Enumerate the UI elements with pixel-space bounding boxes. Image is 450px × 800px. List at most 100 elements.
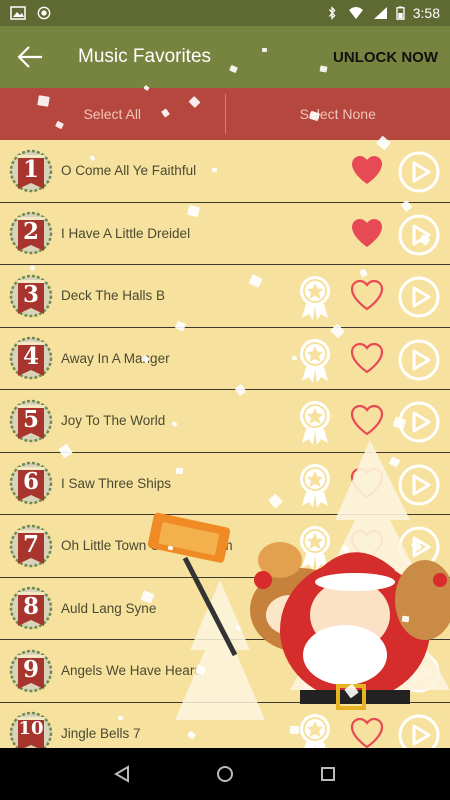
nav-recents-button[interactable] (317, 763, 339, 785)
image-notification-icon (10, 6, 26, 20)
heart-outline-icon (350, 592, 384, 623)
song-row[interactable]: 3 Deck The Halls B (0, 265, 450, 328)
unlock-now-button[interactable]: UNLOCK NOW (333, 49, 438, 66)
song-title: Auld Lang Syne (61, 600, 157, 616)
heart-outline-icon (350, 342, 384, 373)
song-number: 7 (22, 530, 39, 558)
play-button[interactable] (398, 464, 440, 506)
song-number-badge: 4 (9, 336, 53, 380)
select-none-button[interactable]: Select None (226, 88, 450, 140)
heart-outline-icon (350, 529, 384, 561)
app-notification-icon (37, 6, 51, 20)
favorite-toggle[interactable] (350, 279, 384, 311)
song-number: 6 (22, 468, 39, 496)
play-icon (398, 589, 440, 630)
play-icon (398, 714, 440, 748)
favorite-toggle[interactable] (350, 467, 384, 499)
heart-filled-icon (352, 156, 382, 184)
song-title: I Have A Little Dreidel (61, 225, 191, 241)
back-button[interactable] (0, 26, 60, 88)
song-number-badge: 9 (9, 649, 53, 693)
song-row[interactable]: 5 Joy To The World (0, 390, 450, 453)
favorite-toggle[interactable] (350, 342, 384, 374)
star-medal-icon (300, 713, 330, 748)
song-row[interactable]: 1 O Come All Ye Faithful (0, 140, 450, 203)
wifi-icon (348, 7, 363, 19)
song-row[interactable]: 9 Angels We Have Heard (0, 640, 450, 703)
song-row[interactable]: 2 I Have A Little Dreidel (0, 203, 450, 265)
play-icon (398, 214, 440, 255)
star-medal-icon (300, 588, 330, 633)
song-title: Away In A Manger (61, 350, 170, 366)
arrow-back-icon (17, 46, 42, 68)
star-medal-icon (300, 526, 330, 570)
play-icon (398, 276, 440, 318)
play-icon (398, 401, 440, 443)
song-number: 9 (22, 655, 39, 683)
song-title: O Come All Ye Faithful (61, 163, 197, 179)
favorite-toggle[interactable] (350, 529, 384, 561)
song-number-badge: 7 (9, 524, 53, 568)
song-number: 10 (18, 718, 44, 740)
song-number: 8 (22, 593, 39, 621)
play-icon (398, 339, 440, 380)
play-icon (398, 526, 440, 568)
song-number: 1 (22, 155, 39, 183)
play-button[interactable] (398, 589, 440, 631)
song-row[interactable]: 10 Jingle Bells 7 (0, 703, 450, 749)
favorite-toggle[interactable] (350, 404, 384, 436)
page-title: Music Favorites (78, 46, 212, 67)
play-button[interactable] (398, 151, 440, 193)
circle-home-icon (216, 766, 233, 782)
star-medal-icon (300, 651, 330, 695)
song-title: Oh Little Town Of Bethlehem (61, 538, 233, 554)
nav-back-button[interactable] (111, 763, 133, 785)
play-button[interactable] (398, 276, 440, 318)
status-bar: 3:58 (0, 0, 450, 26)
song-number: 4 (22, 343, 39, 371)
favorite-toggle[interactable] (350, 592, 384, 624)
play-button[interactable] (398, 714, 440, 748)
heart-outline-icon (350, 717, 384, 748)
select-all-button[interactable]: Select All (0, 88, 225, 140)
square-recents-icon (321, 767, 336, 781)
song-number-badge: 6 (9, 461, 53, 505)
battery-icon (396, 6, 405, 20)
song-number-badge: 10 (9, 711, 53, 748)
play-button[interactable] (398, 401, 440, 443)
play-button[interactable] (398, 651, 440, 693)
song-row[interactable]: 6 I Saw Three Ships (0, 453, 450, 515)
song-title: Joy To The World (61, 413, 166, 429)
song-number-badge: 2 (9, 211, 53, 255)
song-row[interactable]: 7 Oh Little Town Of Bethlehem (0, 515, 450, 578)
favorite-toggle[interactable] (350, 654, 384, 686)
heart-outline-icon (350, 404, 384, 436)
song-row[interactable]: 8 Auld Lang Syne (0, 578, 450, 640)
song-row[interactable]: 4 Away In A Manger (0, 328, 450, 390)
star-medal-icon (300, 338, 330, 383)
selection-bar: Select All Select None (0, 88, 450, 140)
song-number: 3 (22, 280, 39, 308)
play-button[interactable] (398, 214, 440, 256)
star-medal-icon (300, 463, 330, 508)
heart-outline-icon (350, 467, 384, 498)
song-title: Deck The Halls B (61, 288, 166, 304)
heart-outline-icon (350, 279, 384, 311)
heart-filled-icon (352, 218, 382, 247)
play-icon (398, 464, 440, 505)
play-button[interactable] (398, 526, 440, 568)
song-title: I Saw Three Ships (61, 475, 172, 491)
star-medal-icon (300, 401, 330, 445)
favorite-toggle[interactable] (350, 717, 384, 749)
nav-home-button[interactable] (214, 763, 236, 785)
song-number-badge: 8 (9, 586, 53, 630)
favorite-toggle[interactable] (350, 154, 384, 186)
navigation-bar (0, 748, 450, 800)
signal-icon (373, 7, 387, 19)
play-button[interactable] (398, 339, 440, 381)
song-title: Angels We Have Heard (61, 663, 202, 679)
favorite-toggle[interactable] (350, 217, 384, 249)
app-bar: Music Favorites UNLOCK NOW (0, 26, 450, 88)
song-list: 1 O Come All Ye Faithful 2 I Have A Little … (0, 140, 450, 748)
song-number-badge: 1 (9, 149, 53, 193)
